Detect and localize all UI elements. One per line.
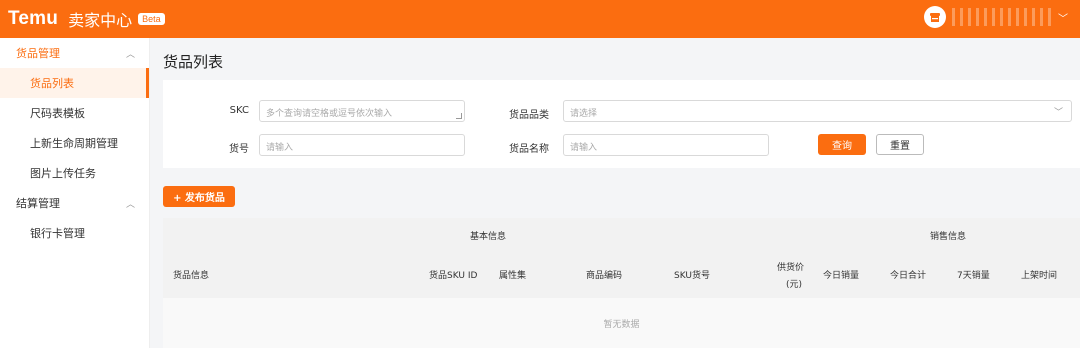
group-header-basic: 基本信息 [470,232,507,242]
publish-goods-button[interactable]: + 发布货品 [163,186,235,207]
column-header: 供货价 [777,263,805,273]
chevron-down-icon[interactable]: ﹀ [1058,10,1068,25]
sidebar-item-goods-list[interactable]: 货品列表 [0,68,149,98]
sidebar-group-label: 结算管理 [16,197,60,210]
sidebar-group-goods[interactable]: 货品管理 ︿ [0,38,149,68]
sidebar-item-size-template[interactable]: 尺码表模板 [0,98,149,128]
sidebar: 货品管理 ︿ 货品列表 尺码表模板 上新生命周期管理 图片上传任务 结算管理 ︿… [0,38,150,348]
column-header: 商品编码 [586,271,623,281]
sidebar-item-label: 尺码表模板 [30,107,85,120]
column-header: SKU货号 [674,271,710,281]
store-icon[interactable] [924,6,946,28]
goods-name-label: 货品名称 [509,144,549,155]
item-no-label: 货号 [229,144,249,155]
item-no-input[interactable]: 请输入 [259,134,465,156]
skc-label: SKC [229,105,249,116]
search-button[interactable]: 查询 [818,134,866,155]
column-header: 7天销量 [957,271,990,281]
sidebar-group-label: 货品管理 [16,47,60,60]
column-header: 今日销量 [823,271,860,281]
sidebar-item-label: 银行卡管理 [30,227,85,240]
sidebar-item-label: 上新生命周期管理 [30,137,118,150]
sidebar-item-label: 货品列表 [30,77,74,90]
column-header: 上架时间 [1021,271,1058,281]
beta-badge: Beta [138,13,165,25]
skc-textarea[interactable]: 多个查询请空格或逗号依次输入 [259,100,465,122]
sidebar-item-image-upload[interactable]: 图片上传任务 [0,158,149,188]
store-glyph [930,13,940,22]
column-header: 货品SKU ID [429,271,478,281]
chevron-up-icon: ︿ [125,49,135,60]
reset-button[interactable]: 重置 [876,134,924,155]
chevron-down-icon: ﹀ [1053,108,1063,118]
resize-handle-icon[interactable] [456,113,462,119]
chevron-up-icon: ︿ [125,199,135,210]
main-content: 货品列表 SKC 多个查询请空格或逗号依次输入 货品品类 请选择 ﹀ 货号 请输… [151,38,1080,348]
brand-logo[interactable]: Temu [8,8,58,30]
category-select[interactable]: 请选择 ﹀ [563,100,1072,122]
group-header-sales: 销售信息 [930,232,967,242]
column-header: 今日合计 [890,271,927,281]
column-header: 货品信息 [173,271,210,281]
sidebar-item-lifecycle[interactable]: 上新生命周期管理 [0,128,149,158]
page-title: 货品列表 [163,53,224,71]
top-bar: Temu 卖家中心 Beta ﹀ [0,0,1080,38]
account-area[interactable]: ﹀ [924,6,1068,28]
skc-placeholder: 多个查询请空格或逗号依次输入 [266,109,393,119]
sidebar-item-bank-card[interactable]: 银行卡管理 [0,218,149,248]
table-header: 基本信息 销售信息 货品信息 货品SKU ID 属性集 商品编码 SKU货号 供… [163,218,1080,298]
empty-state: 暂无数据 [163,298,1080,348]
sidebar-group-settlement[interactable]: 结算管理 ︿ [0,188,149,218]
sidebar-item-label: 图片上传任务 [30,167,96,180]
account-name-redacted[interactable] [952,8,1052,26]
filter-panel: SKC 多个查询请空格或逗号依次输入 货品品类 请选择 ﹀ 货号 请输入 货品名… [163,80,1080,168]
goods-name-input[interactable]: 请输入 [563,134,769,156]
goods-table: 基本信息 销售信息 货品信息 货品SKU ID 属性集 商品编码 SKU货号 供… [163,218,1080,348]
item-no-placeholder: 请输入 [266,143,294,153]
column-header-unit: (元) [786,280,803,290]
category-label: 货品品类 [509,110,549,121]
column-header: 属性集 [499,271,527,281]
brand-subtitle: 卖家中心 [68,11,133,30]
category-placeholder: 请选择 [570,109,598,119]
goods-name-placeholder: 请输入 [570,143,598,153]
